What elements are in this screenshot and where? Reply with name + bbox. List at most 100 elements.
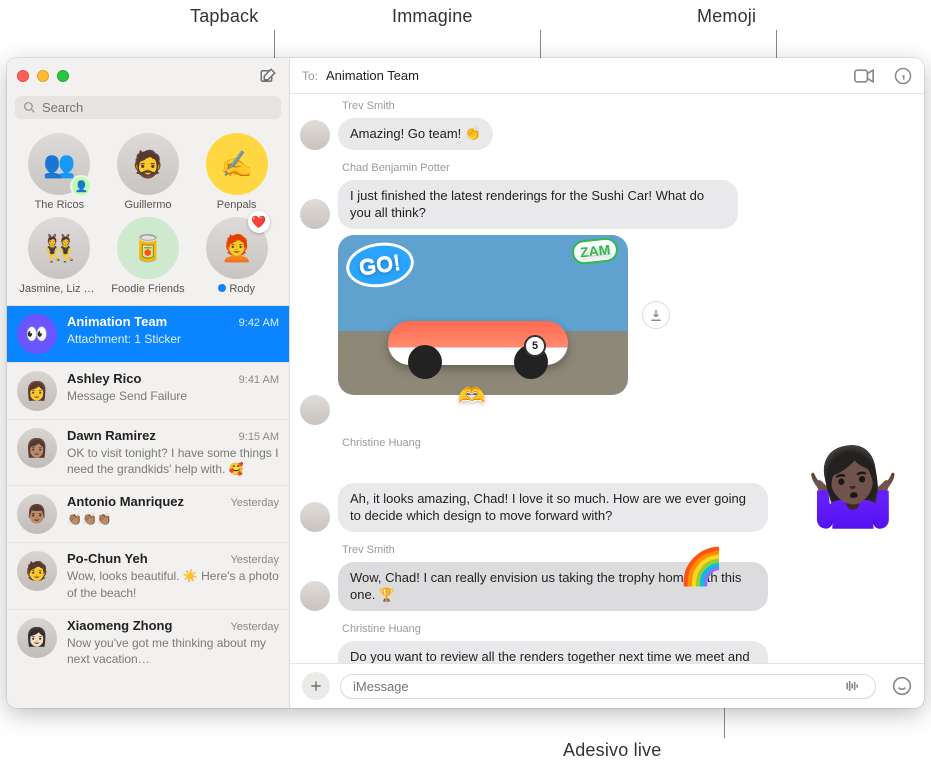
- message-composer: [290, 663, 924, 708]
- to-label: To:: [302, 69, 318, 83]
- message-bubble[interactable]: Ah, it looks amazing, Chad! I love it so…: [338, 483, 768, 532]
- conversation-preview: 👏🏽👏🏽👏🏽: [67, 511, 279, 527]
- download-button[interactable]: [642, 301, 670, 329]
- conversation-time: 9:15 AM: [239, 431, 279, 443]
- conversation-time: Yesterday: [230, 621, 279, 633]
- pinned-label: Jasmine, Liz &…: [19, 283, 99, 295]
- zoom-button[interactable]: [57, 70, 69, 82]
- message-bubble[interactable]: Do you want to review all the renders to…: [338, 641, 768, 663]
- tapback-badge: ❤️: [248, 211, 270, 233]
- audio-message-button[interactable]: [843, 679, 863, 693]
- message-bubble[interactable]: Amazing! Go team! 👏: [338, 118, 493, 150]
- message-input-wrap[interactable]: [340, 674, 876, 699]
- conversation-body: Po-Chun YehYesterdayWow, looks beautiful…: [67, 551, 279, 600]
- pinned-avatar: 🧑‍🦰❤️: [206, 217, 268, 279]
- car-number: 5: [524, 335, 546, 357]
- pinned-conversation[interactable]: 👯 Jasmine, Liz &…: [15, 217, 104, 295]
- window-titlebar: [7, 58, 289, 94]
- avatar: [300, 502, 330, 532]
- search-input[interactable]: [42, 100, 273, 115]
- pinned-conversation[interactable]: 👥👤The Ricos: [15, 133, 104, 211]
- sidebar: 👥👤The Ricos🧔Guillermo✍️Penpals👯Jasmine, …: [7, 58, 290, 708]
- conversation-header: To: Animation Team: [290, 58, 924, 94]
- avatar: 👀: [17, 314, 57, 354]
- pinned-conversation[interactable]: 🧔 Guillermo: [104, 133, 193, 211]
- details-button[interactable]: [894, 67, 912, 85]
- emoji-picker-button[interactable]: [892, 676, 912, 696]
- message-row: [300, 395, 908, 425]
- pinned-avatar: ✍️: [206, 133, 268, 195]
- pinned-conversation[interactable]: 🥫 Foodie Friends: [104, 217, 193, 295]
- pinned-label: The Ricos: [35, 199, 85, 211]
- conversation-item[interactable]: 👨🏽Antonio ManriquezYesterday👏🏽👏🏽👏🏽: [7, 485, 289, 542]
- conversation-name: Ashley Rico: [67, 371, 141, 386]
- pinned-conversation[interactable]: 🧑‍🦰❤️Rody: [192, 217, 281, 295]
- compose-button[interactable]: [257, 65, 279, 87]
- callout-live-sticker: Adesivo live: [563, 740, 661, 761]
- minimize-button[interactable]: [37, 70, 49, 82]
- compose-icon: [259, 67, 277, 85]
- conversation-body: Animation Team 9:42 AM Attachment: 1 Stick…: [67, 314, 279, 347]
- pinned-conversation[interactable]: ✍️Penpals: [192, 133, 281, 211]
- image-attachment[interactable]: 5 GO! ZAM 🫶: [338, 235, 628, 395]
- pinned-conversations: 👥👤The Ricos🧔Guillermo✍️Penpals👯Jasmine, …: [7, 127, 289, 305]
- callout-memoji: Memoji: [697, 6, 756, 27]
- message-input[interactable]: [353, 679, 837, 694]
- video-icon: [854, 69, 874, 83]
- message-row-image: 5 GO! ZAM 🫶: [300, 235, 908, 395]
- conversation-name: Xiaomeng Zhong: [67, 618, 172, 633]
- conversation-name: Po-Chun Yeh: [67, 551, 148, 566]
- conversation-time: Yesterday: [230, 497, 279, 509]
- conversation-item[interactable]: 👩Ashley Rico9:41 AMMessage Send Failure: [7, 362, 289, 419]
- conversation-name: Animation Team: [67, 314, 167, 329]
- memoji-sticker[interactable]: 🤷🏿‍♀️: [798, 432, 908, 542]
- traffic-lights: [17, 70, 69, 82]
- conversation-item[interactable]: 👀 Animation Team 9:42 AM Attachment: 1 Stic…: [7, 305, 289, 362]
- conversation-preview: Now you've got me thinking about my next…: [67, 635, 279, 667]
- rainbow-live-sticker[interactable]: 🌈: [679, 546, 724, 588]
- sub-avatar: 👤: [70, 175, 92, 197]
- conversation-body: Antonio ManriquezYesterday👏🏽👏🏽👏🏽: [67, 494, 279, 527]
- download-icon: [649, 308, 663, 322]
- message-bubble[interactable]: I just finished the latest renderings fo…: [338, 180, 738, 229]
- sender-label: Trev Smith: [342, 544, 908, 556]
- avatar: [300, 199, 330, 229]
- conversation-time: 9:42 AM: [239, 317, 279, 329]
- conversation-preview: OK to visit tonight? I have some things …: [67, 445, 279, 477]
- search-field[interactable]: [15, 96, 281, 119]
- conversation-time: Yesterday: [230, 554, 279, 566]
- facetime-button[interactable]: [854, 69, 874, 83]
- pinned-label: Guillermo: [124, 199, 171, 211]
- conversation-body: Dawn Ramirez 9:15 AM OK to visit tonight? …: [67, 428, 279, 477]
- close-button[interactable]: [17, 70, 29, 82]
- avatar: 👩: [17, 371, 57, 411]
- conversation-name: Dawn Ramirez: [67, 428, 156, 443]
- avatar: [300, 395, 330, 425]
- to-name: Animation Team: [326, 68, 419, 83]
- conversation-time: 9:41 AM: [239, 374, 279, 386]
- avatar: 🧑: [17, 551, 57, 591]
- conversation-item[interactable]: 🧑Po-Chun YehYesterdayWow, looks beautifu…: [7, 542, 289, 608]
- conversation-panel: To: Animation Team Trev Smith Amazing! G…: [290, 58, 924, 708]
- conversation-body: Ashley Rico9:41 AMMessage Send Failure: [67, 371, 279, 404]
- go-sticker: GO!: [343, 238, 416, 291]
- conversation-item[interactable]: 👩🏻Xiaomeng ZhongYesterdayNow you've got …: [7, 609, 289, 675]
- pinned-avatar: 🧔: [117, 133, 179, 195]
- message-row: I just finished the latest renderings fo…: [300, 180, 908, 229]
- callout-tapback: Tapback: [190, 6, 258, 27]
- pinned-avatar: 👯: [28, 217, 90, 279]
- unread-dot: [218, 284, 226, 292]
- message-row: Do you want to review all the renders to…: [300, 641, 908, 663]
- message-row: Wow, Chad! I can really envision us taki…: [300, 562, 908, 611]
- callout-image: Immagine: [392, 6, 473, 27]
- message-row: Amazing! Go team! 👏: [300, 118, 908, 150]
- apps-button[interactable]: [302, 672, 330, 700]
- conversation-preview: Attachment: 1 Sticker: [67, 331, 279, 347]
- pinned-avatar: 🥫: [117, 217, 179, 279]
- avatar: 👩🏽: [17, 428, 57, 468]
- conversation-item[interactable]: 👩🏽 Dawn Ramirez 9:15 AM OK to visit tonight…: [7, 419, 289, 485]
- waveform-icon: [843, 679, 863, 693]
- sender-label: Trev Smith: [342, 100, 908, 112]
- conversation-list: 👀 Animation Team 9:42 AM Attachment: 1 Stic…: [7, 305, 289, 708]
- pinned-label: Foodie Friends: [111, 283, 184, 295]
